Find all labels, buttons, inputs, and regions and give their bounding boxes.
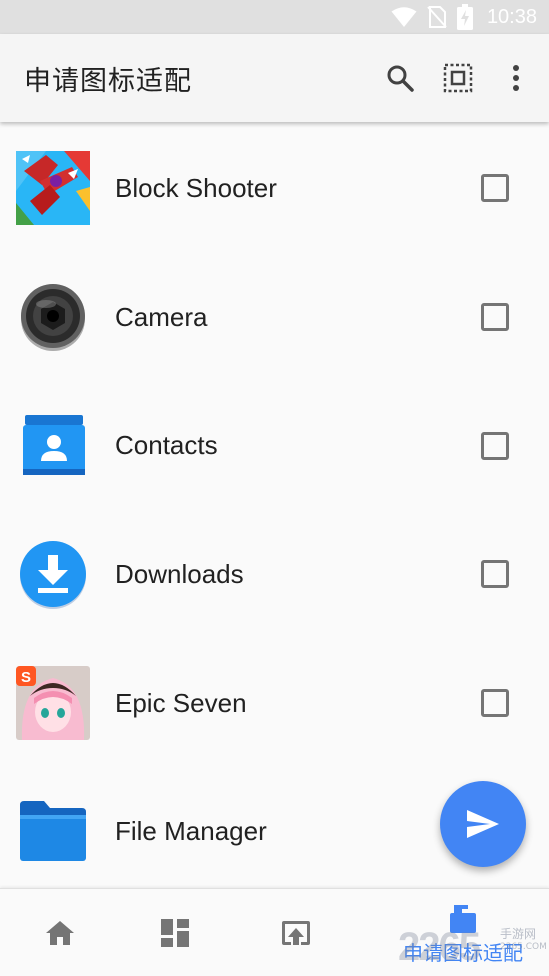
screen: 10:38 申请图标适配 Block Shooter Camera Contac… [0, 0, 549, 976]
home-icon [46, 921, 74, 945]
dashboard-icon [161, 919, 189, 947]
list-item[interactable]: Camera [0, 253, 549, 382]
app-name: Epic Seven [115, 687, 247, 718]
downloads-app-icon [20, 541, 86, 610]
more-vert-icon [513, 65, 519, 91]
app-name: Camera [115, 301, 208, 332]
select-all-button[interactable] [429, 49, 487, 107]
status-clock: 10:38 [486, 5, 537, 28]
watermark-caption-line1: 手游网 [500, 927, 537, 941]
battery-charging-icon [456, 4, 473, 30]
epic-seven-app-icon: S [16, 666, 90, 741]
nav-home[interactable] [0, 889, 120, 976]
upload-icon [282, 921, 310, 945]
list-item[interactable]: Downloads [0, 510, 549, 639]
camera-app-icon [21, 284, 85, 352]
select-all-icon [443, 63, 473, 93]
nav-dashboard[interactable] [115, 889, 235, 976]
app-checkbox[interactable] [481, 303, 509, 332]
watermark-caption: 手游网 2265.COM [500, 928, 547, 954]
status-bar: 10:38 [0, 0, 549, 34]
list-item[interactable]: Contacts [0, 381, 549, 510]
app-name: Downloads [115, 558, 244, 589]
contacts-app-icon [23, 414, 85, 475]
search-icon [387, 65, 414, 92]
submit-fab[interactable] [440, 781, 526, 867]
app-list: Block Shooter Camera Contacts Downloads … [0, 124, 549, 888]
app-checkbox[interactable] [481, 560, 509, 589]
watermark-logo: 2265 [398, 925, 481, 969]
nav-upload[interactable] [236, 889, 356, 976]
svg-text:S: S [21, 669, 31, 686]
list-item[interactable]: Block Shooter [0, 124, 549, 253]
app-name: Block Shooter [115, 172, 277, 203]
app-checkbox[interactable] [481, 174, 509, 203]
send-icon [467, 810, 499, 838]
list-item[interactable]: S Epic Seven [0, 639, 549, 768]
wifi-icon [391, 7, 417, 27]
app-name: File Manager [115, 816, 267, 847]
file-manager-app-icon [20, 800, 86, 861]
app-bar: 申请图标适配 [0, 34, 549, 122]
no-sim-icon [427, 6, 447, 28]
page-title: 申请图标适配 [24, 65, 192, 97]
app-checkbox[interactable] [481, 689, 509, 718]
search-button[interactable] [371, 49, 429, 107]
app-name: Contacts [115, 430, 218, 461]
app-checkbox[interactable] [481, 431, 509, 460]
more-options-button[interactable] [487, 49, 545, 107]
watermark-caption-line2: 2265.COM [500, 942, 547, 952]
block-shooter-app-icon [16, 151, 90, 226]
